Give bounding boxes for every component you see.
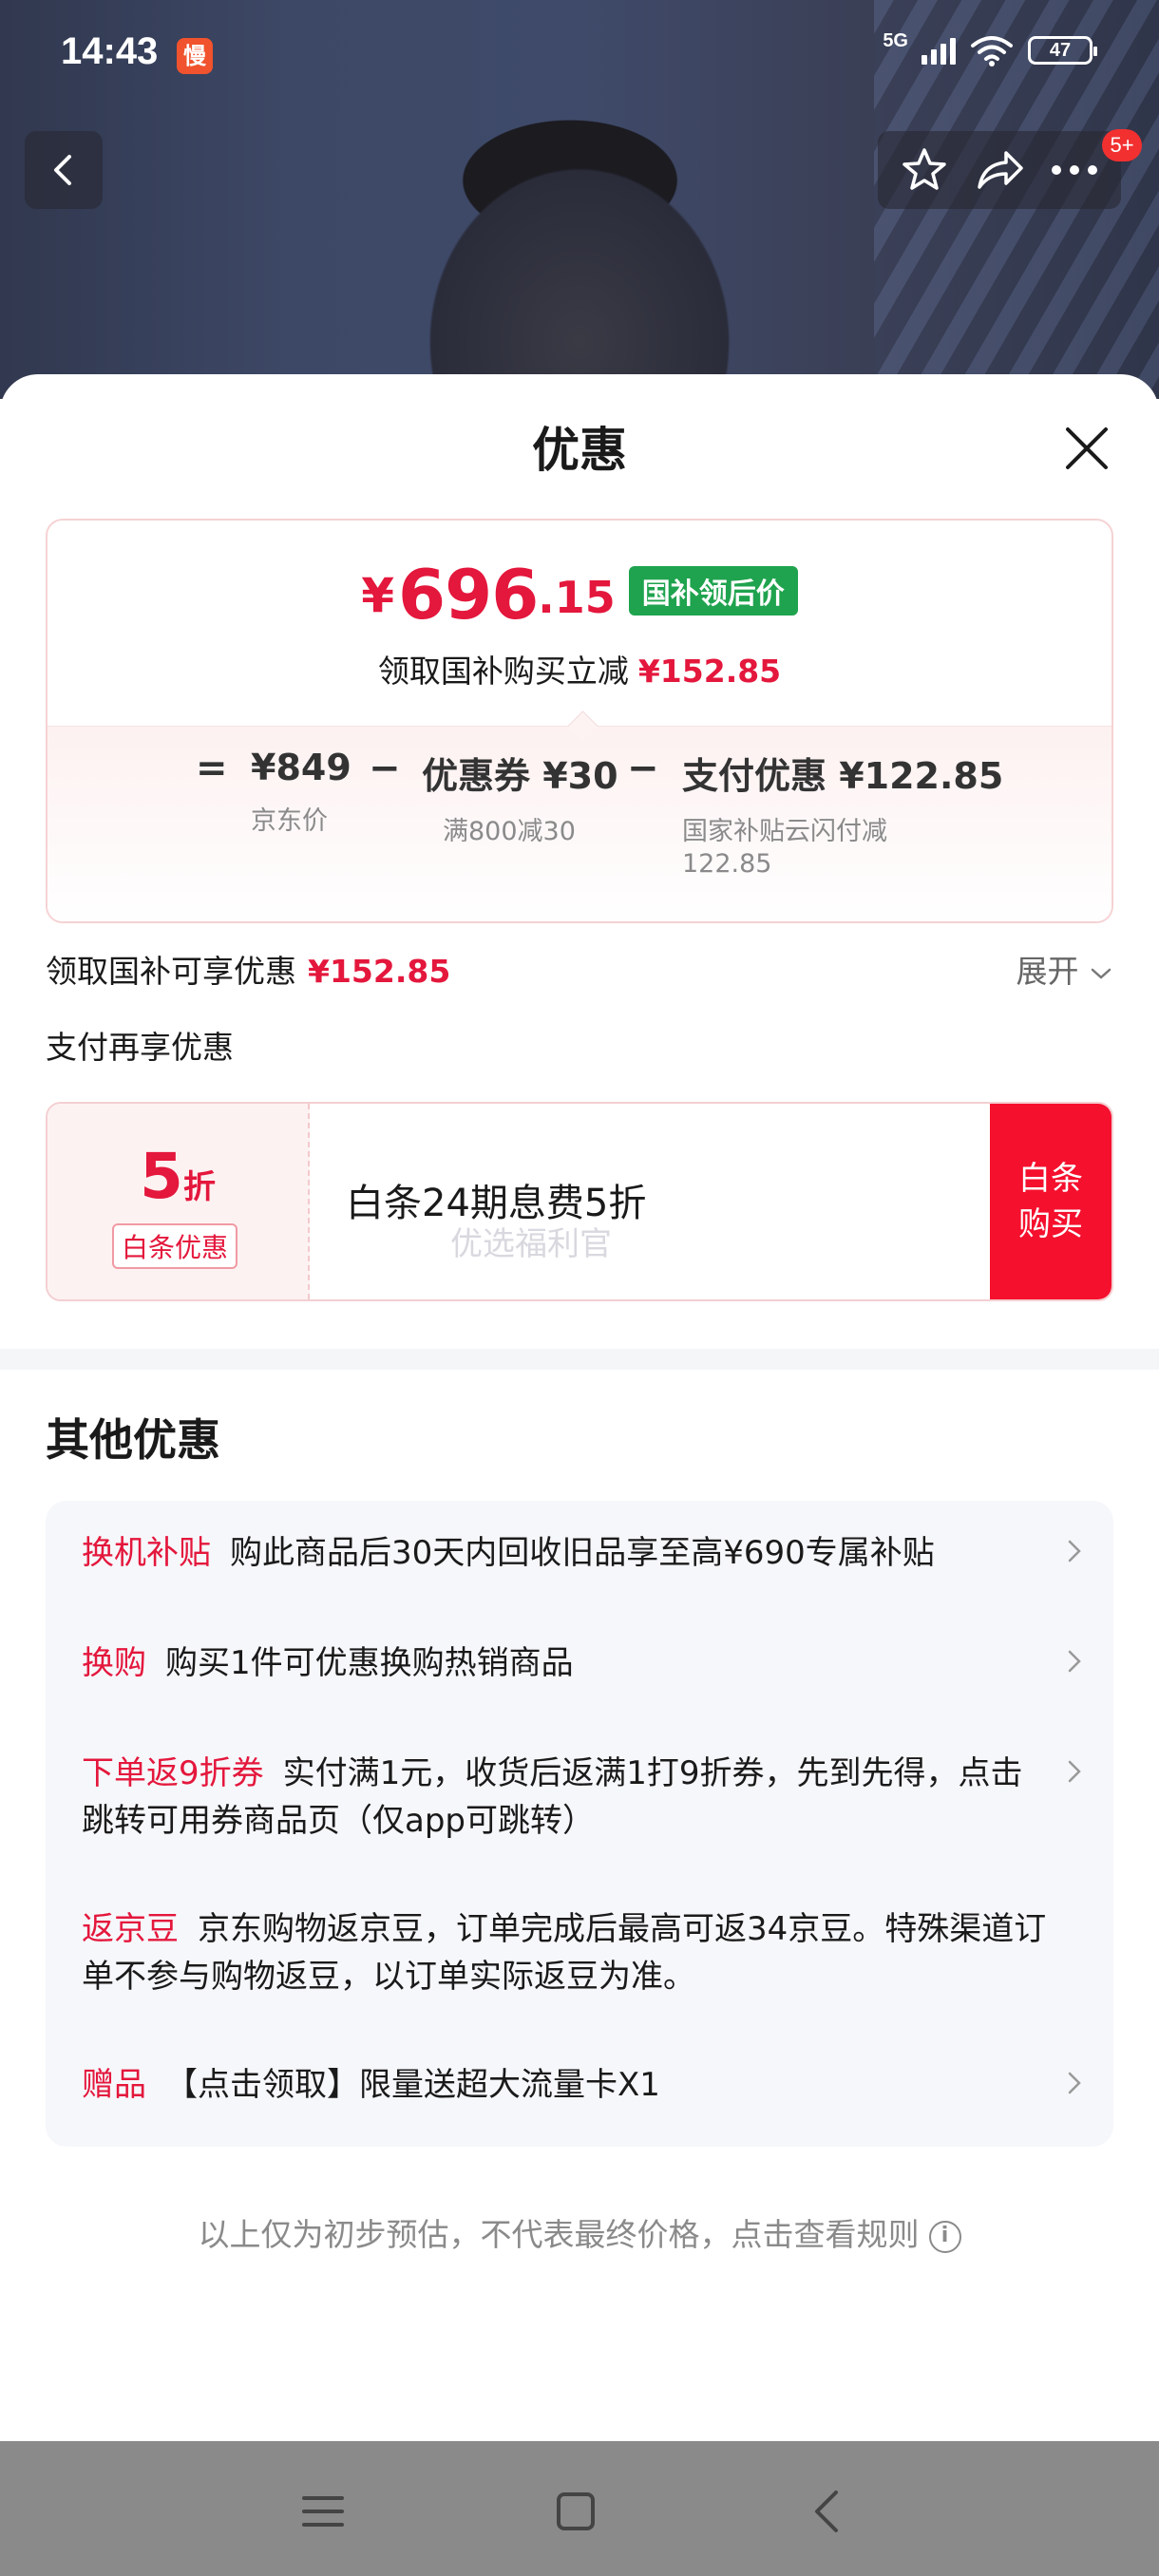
offer-text: 【点击领取】限量送超大流量卡X1 <box>165 2066 660 2104</box>
back-button[interactable] <box>25 131 103 209</box>
status-time: 14:43 <box>61 30 159 72</box>
baitiao-offer-card[interactable]: 5折 白条优惠 白条24期息费5折 优选福利官 白条 购买 <box>46 1102 1113 1301</box>
formula-desc: 京东价 <box>251 806 328 836</box>
expand-label: 展开 <box>1016 953 1079 990</box>
offer-item-jingdou: 返京豆 京东购物返京豆，订单完成后最高可返34京豆。特殊渠道订单不参与购物返豆，以… <box>82 1905 1051 2000</box>
currency-symbol: ¥ <box>361 568 394 623</box>
baitiao-discount-block: 5折 白条优惠 <box>48 1104 310 1299</box>
chevron-right-icon <box>1068 1650 1081 1673</box>
payment-section-title: 支付再享优惠 <box>46 1029 234 1066</box>
app-notification-icon: 慢 <box>177 38 213 74</box>
offer-item-gift[interactable]: 赠品 【点击领取】限量送超大流量卡X1 <box>82 2061 1081 2109</box>
signal-icon <box>922 36 956 65</box>
other-offers-list: 换机补贴 购此商品后30天内回收旧品享至高¥690专属补贴 换购 购买1件可优惠换购… <box>46 1501 1113 2147</box>
offer-key: 返京豆 <box>82 1910 179 1948</box>
favorite-button[interactable] <box>896 142 953 199</box>
formula-desc: 国家补贴云闪付减 122.85 <box>682 814 1003 882</box>
offer-item-coupon-return[interactable]: 下单返9折券 实付满1元，收货后返满1打9折券，先到先得，点击跳转可用券商品页（仅… <box>82 1750 1081 1845</box>
formula-term-coupon: 优惠券 ¥30 满800减30 <box>422 747 618 850</box>
offer-key: 换购 <box>82 1644 146 1682</box>
recent-apps-button[interactable] <box>294 2483 352 2540</box>
status-bar: 14:43 慢 5G 47 <box>0 0 1159 110</box>
baitiao-buy-button[interactable]: 白条 购买 <box>990 1104 1112 1299</box>
subsidy-line: 领取国补购买立减 ¥152.85 <box>48 646 1112 691</box>
subsidy-amount: ¥152.85 <box>637 653 782 690</box>
offer-key: 赠品 <box>82 2066 146 2104</box>
price-summary-card: ¥ 696 .15 国补领后价 领取国补购买立减 ¥152.85 = ¥849 京… <box>46 519 1113 923</box>
expand-toggle[interactable]: 展开 <box>1016 946 1114 992</box>
sheet-title: 优惠 <box>532 423 627 478</box>
formula-value: 优惠券 ¥30 <box>422 755 618 797</box>
share-button[interactable] <box>971 142 1028 199</box>
watermark-text: 优选福利官 <box>450 1225 612 1263</box>
final-price: ¥ 696 .15 国补领后价 <box>48 560 1112 629</box>
other-offers-title: 其他优惠 <box>46 1414 220 1466</box>
button-label-line: 白条 <box>1018 1160 1083 1198</box>
chevron-left-icon <box>54 155 71 185</box>
formula-desc: 满800减30 <box>443 817 576 846</box>
system-back-button[interactable] <box>800 2483 857 2540</box>
offer-text: 京东购物返京豆，订单完成后最高可返34京豆。特殊渠道订单不参与购物返豆，以订单实… <box>82 1910 1047 1996</box>
button-label-line: 购买 <box>1018 1205 1083 1243</box>
menu-icon <box>302 2496 344 2527</box>
price-decimal: .15 <box>538 572 616 623</box>
price-formula: = ¥849 京东价 − 优惠券 ¥30 满800减30 − 支付优惠 ¥122… <box>48 747 1112 918</box>
rules-note[interactable]: 以上仅为初步预估，不代表最终价格，点击查看规则 i <box>0 2209 1159 2255</box>
price-tag-badge: 国补领后价 <box>628 566 798 616</box>
share-icon <box>978 151 1023 189</box>
offer-key: 换机补贴 <box>82 1534 211 1572</box>
total-discount-row: 领取国补可享优惠 ¥152.85 展开 <box>46 946 1113 994</box>
formula-operator: = <box>196 747 228 790</box>
discount-unit: 折 <box>182 1168 216 1206</box>
star-icon <box>902 148 947 190</box>
home-square-icon <box>557 2492 595 2530</box>
section-divider <box>0 1349 1159 1370</box>
home-button[interactable] <box>547 2483 604 2540</box>
formula-desc-line: 122.85 <box>682 849 772 879</box>
info-icon: i <box>928 2220 961 2253</box>
wifi-icon <box>971 36 1013 66</box>
baitiao-tag: 白条优惠 <box>112 1223 238 1269</box>
offer-text: 购此商品后30天内回收旧品享至高¥690专属补贴 <box>230 1534 935 1572</box>
more-button[interactable] <box>1046 142 1103 199</box>
offer-item-trade-in[interactable]: 换机补贴 购此商品后30天内回收旧品享至高¥690专属补贴 <box>82 1529 1081 1577</box>
chevron-down-icon <box>1091 968 1112 979</box>
subsidy-text: 领取国补购买立减 <box>377 653 629 690</box>
discount-number: 5 <box>140 1140 183 1213</box>
total-discount-amount: ¥152.85 <box>308 953 451 990</box>
total-discount-label: 领取国补可享优惠 <box>46 953 296 990</box>
system-navigation-bar <box>0 2441 1159 2576</box>
chevron-right-icon <box>1068 1540 1081 1563</box>
price-integer: 696 <box>398 555 539 635</box>
close-icon <box>1066 427 1108 469</box>
back-triangle-icon <box>815 2491 838 2532</box>
chevron-right-icon <box>1068 2072 1081 2094</box>
formula-operator: − <box>627 747 659 790</box>
battery-icon: 47 <box>1028 36 1097 65</box>
formula-term-jd-price: ¥849 京东价 <box>251 747 352 840</box>
message-badge: 5+ <box>1102 129 1142 161</box>
offer-item-exchange[interactable]: 换购 购买1件可优惠换购热销商品 <box>82 1639 1081 1687</box>
discount-sheet: 优惠 ¥ 696 .15 国补领后价 领取国补购买立减 ¥152.85 = ¥84… <box>0 374 1159 2441</box>
formula-value: ¥849 <box>251 747 352 788</box>
offer-text: 购买1件可优惠换购热销商品 <box>165 1644 574 1682</box>
more-dots-icon <box>1051 165 1097 175</box>
formula-value: 支付优惠 ¥122.85 <box>682 755 1004 797</box>
rules-note-text: 以上仅为初步预估，不代表最终价格，点击查看规则 <box>198 2216 920 2253</box>
network-type: 5G <box>883 29 908 51</box>
chevron-right-icon <box>1068 1760 1081 1783</box>
close-button[interactable] <box>1056 418 1117 479</box>
formula-desc-line: 国家补贴云闪付减 <box>682 817 887 846</box>
baitiao-discount: 5折 <box>48 1140 308 1213</box>
top-actions <box>878 131 1121 209</box>
offer-key: 下单返9折券 <box>82 1754 264 1792</box>
formula-term-payment: 支付优惠 ¥122.85 国家补贴云闪付减 122.85 <box>682 747 1003 882</box>
formula-operator: − <box>369 747 401 790</box>
